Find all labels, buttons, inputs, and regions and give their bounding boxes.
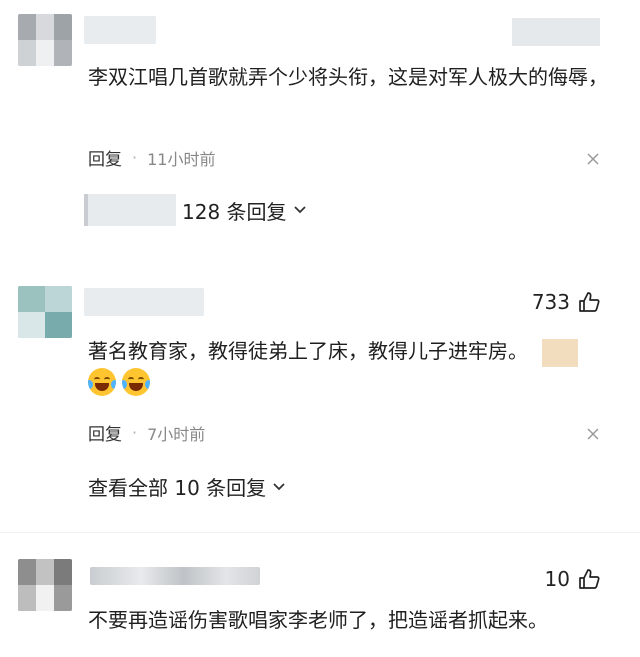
separator-dot: · (132, 148, 138, 167)
avatar[interactable] (18, 14, 72, 66)
like-control[interactable]: 10 (545, 567, 600, 591)
view-replies-label: 128 条回复 (182, 199, 287, 224)
emoji-row (88, 368, 150, 396)
separator-dot: · (132, 423, 138, 442)
thumbs-up-icon (579, 569, 600, 589)
chevron-down-icon (293, 206, 306, 214)
username-blurred[interactable] (90, 567, 260, 585)
reply-button[interactable]: 回复 (88, 420, 122, 445)
avatar[interactable] (18, 559, 72, 611)
reply-avatars-blurred (84, 194, 176, 226)
timestamp: 11小时前 (147, 149, 216, 169)
comment-text: 不要再造谣伤害歌唱家李老师了，把造谣者抓起来。 (88, 608, 548, 632)
like-count: 733 (531, 290, 570, 314)
reply-button[interactable]: 回复 (88, 145, 122, 170)
like-control[interactable]: 733 (532, 290, 600, 314)
view-replies-link[interactable]: 128 条回复 (84, 194, 307, 226)
username-blurred[interactable] (84, 288, 204, 316)
sticker-blurred (542, 338, 579, 367)
comment-meta: 回复 · 7小时前 (88, 420, 205, 445)
comment-meta: 回复 · 11小时前 (88, 145, 215, 170)
view-replies-label: 查看全部 10 条回复 (88, 476, 267, 500)
comment-3: 10 不要再造谣伤害歌唱家李老师了，把造谣者抓起来。 (0, 545, 640, 657)
avatar[interactable] (18, 286, 72, 338)
thumbs-up-icon (579, 292, 600, 312)
comment-text: 著名教育家，教得徒弟上了床，教得儿子进牢房。 (88, 336, 610, 367)
divider (0, 532, 640, 533)
comment-1: 李双江唱几首歌就弄个少将头衔，这是对军人极大的侮辱， 回复 · 11小时前 12… (0, 0, 640, 245)
chevron-down-icon (273, 482, 285, 490)
laugh-cry-emoji (122, 368, 150, 396)
timestamp: 7小时前 (147, 424, 206, 444)
comment-text-body: 著名教育家，教得徒弟上了床，教得儿子进牢房。 (88, 339, 528, 363)
view-replies-link[interactable]: 查看全部 10 条回复 (88, 472, 286, 501)
close-icon[interactable] (586, 152, 600, 166)
laugh-cry-emoji (88, 368, 116, 396)
username-blurred[interactable] (84, 16, 156, 44)
likes-blurred (512, 18, 600, 46)
comment-2: 733 著名教育家，教得徒弟上了床，教得儿子进牢房。 回复 · 7小时前 查看全… (0, 270, 640, 520)
comment-text: 李双江唱几首歌就弄个少将头衔，这是对军人极大的侮辱， (88, 65, 608, 89)
like-count: 10 (544, 567, 570, 591)
close-icon[interactable] (586, 427, 600, 441)
